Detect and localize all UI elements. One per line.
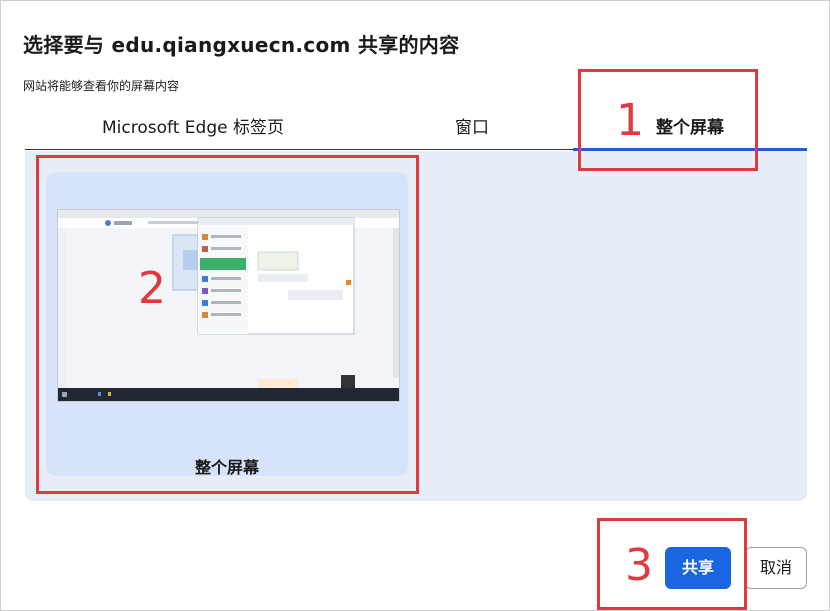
tab-window[interactable]: 窗口	[425, 113, 519, 149]
annotation-number-1: 1	[616, 95, 644, 146]
dialog-title: 选择要与 edu.qiangxuecn.com 共享的内容	[23, 33, 460, 57]
tab-edge-tabs[interactable]: Microsoft Edge 标签页	[83, 113, 303, 149]
annotation-number-3: 3	[625, 540, 653, 591]
annotation-number-2: 2	[138, 263, 166, 314]
dialog-subtitle: 网站将能够查看你的屏幕内容	[23, 79, 180, 93]
cancel-button[interactable]: 取消	[745, 547, 807, 589]
annotation-box-2	[36, 155, 419, 494]
annotation-box-3	[597, 518, 747, 610]
annotation-box-1	[578, 69, 758, 171]
